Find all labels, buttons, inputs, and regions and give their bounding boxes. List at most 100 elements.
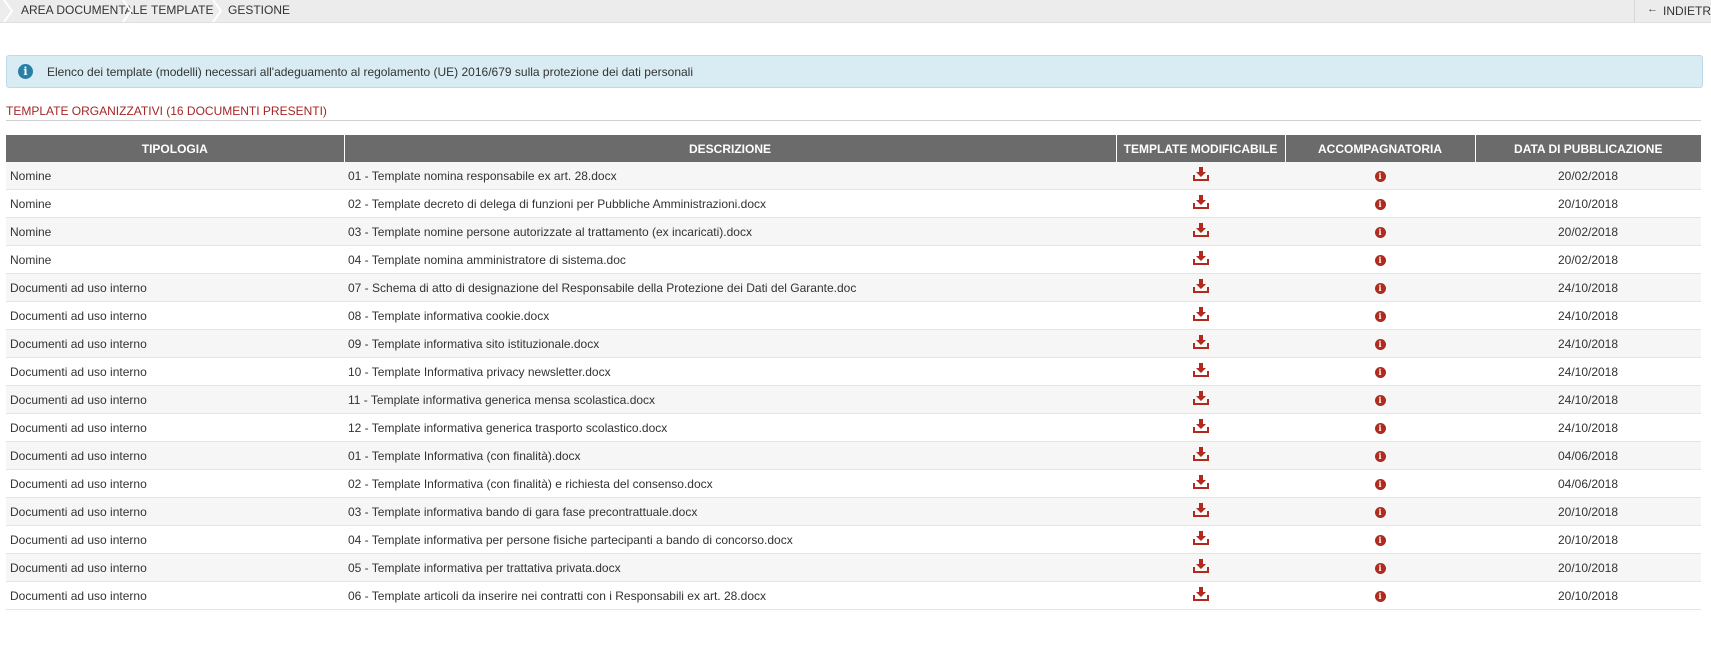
info-icon[interactable]: i xyxy=(1374,506,1386,518)
info-icon[interactable]: i xyxy=(1374,254,1386,266)
info-icon[interactable]: i xyxy=(1374,198,1386,210)
download-icon[interactable] xyxy=(1192,363,1209,380)
info-icon: i xyxy=(18,64,33,79)
column-header-template-modificabile[interactable]: TEMPLATE MODIFICABILE xyxy=(1116,135,1286,162)
cell-data-pubblicazione: 04/06/2018 xyxy=(1475,441,1701,470)
download-icon[interactable] xyxy=(1192,307,1209,324)
cell-data-pubblicazione: 20/10/2018 xyxy=(1475,525,1701,554)
column-header-descrizione[interactable]: DESCRIZIONE xyxy=(344,135,1117,162)
info-alert: i Elenco dei template (modelli) necessar… xyxy=(6,55,1703,88)
back-button[interactable]: ← INDIETRO xyxy=(1634,0,1711,22)
cell-tipologia: Nomine xyxy=(6,245,344,274)
cell-tipologia: Nomine xyxy=(6,162,344,190)
breadcrumb-template[interactable]: TEMPLATE xyxy=(151,0,213,22)
info-icon[interactable]: i xyxy=(1374,450,1386,462)
cell-accompagnatoria: i xyxy=(1285,413,1475,442)
cell-descrizione: 04 - Template nomina amministratore di s… xyxy=(344,245,1116,274)
cell-accompagnatoria: i xyxy=(1285,469,1475,498)
download-icon[interactable] xyxy=(1192,223,1209,240)
info-icon[interactable]: i xyxy=(1374,478,1386,490)
cell-template-modificabile xyxy=(1116,217,1285,246)
cell-descrizione: 01 - Template nomina responsabile ex art… xyxy=(344,162,1116,190)
cell-accompagnatoria: i xyxy=(1285,385,1475,414)
cell-template-modificabile xyxy=(1116,525,1285,554)
table-row: Documenti ad uso interno 06 - Template ar… xyxy=(6,581,1701,610)
cell-data-pubblicazione: 20/10/2018 xyxy=(1475,581,1701,610)
cell-data-pubblicazione: 20/10/2018 xyxy=(1475,189,1701,218)
info-icon[interactable]: i xyxy=(1374,534,1386,546)
cell-accompagnatoria: i xyxy=(1285,581,1475,610)
cell-tipologia: Documenti ad uso interno xyxy=(6,525,344,554)
info-icon[interactable]: i xyxy=(1374,422,1386,434)
cell-descrizione: 01 - Template Informativa (con finalità)… xyxy=(344,441,1116,470)
cell-accompagnatoria: i xyxy=(1285,553,1475,582)
table-row: Nomine 02 - Template decreto di delega di… xyxy=(6,189,1701,218)
cell-accompagnatoria: i xyxy=(1285,525,1475,554)
download-icon[interactable] xyxy=(1192,391,1209,408)
breadcrumb-separator xyxy=(122,0,133,22)
back-button-label: INDIETRO xyxy=(1663,4,1711,18)
breadcrumb-gestione[interactable]: GESTIONE xyxy=(228,0,290,22)
download-icon[interactable] xyxy=(1192,251,1209,268)
cell-tipologia: Documenti ad uso interno xyxy=(6,385,344,414)
download-icon[interactable] xyxy=(1192,503,1209,520)
download-icon[interactable] xyxy=(1192,167,1209,184)
table-row: Documenti ad uso interno 05 - Template in… xyxy=(6,553,1701,582)
cell-template-modificabile xyxy=(1116,273,1285,302)
cell-descrizione: 11 - Template informativa generica mensa… xyxy=(344,385,1116,414)
download-icon[interactable] xyxy=(1192,279,1209,296)
cell-data-pubblicazione: 24/10/2018 xyxy=(1475,329,1701,358)
info-icon[interactable]: i xyxy=(1374,338,1386,350)
download-icon[interactable] xyxy=(1192,195,1209,212)
column-header-tipologia[interactable]: TIPOLOGIA xyxy=(6,135,345,162)
arrow-left-icon: ← xyxy=(1647,3,1658,15)
cell-data-pubblicazione: 24/10/2018 xyxy=(1475,385,1701,414)
cell-template-modificabile xyxy=(1116,301,1285,330)
cell-template-modificabile xyxy=(1116,385,1285,414)
cell-descrizione: 04 - Template informativa per persone fi… xyxy=(344,525,1116,554)
cell-tipologia: Documenti ad uso interno xyxy=(6,497,344,526)
download-icon[interactable] xyxy=(1192,587,1209,604)
cell-accompagnatoria: i xyxy=(1285,441,1475,470)
cell-template-modificabile xyxy=(1116,413,1285,442)
cell-data-pubblicazione: 24/10/2018 xyxy=(1475,413,1701,442)
cell-descrizione: 03 - Template informativa bando di gara … xyxy=(344,497,1116,526)
cell-template-modificabile xyxy=(1116,245,1285,274)
table-row: Documenti ad uso interno 02 - Template In… xyxy=(6,469,1701,498)
info-icon[interactable]: i xyxy=(1374,170,1386,182)
info-icon[interactable]: i xyxy=(1374,394,1386,406)
cell-data-pubblicazione: 20/10/2018 xyxy=(1475,553,1701,582)
download-icon[interactable] xyxy=(1192,447,1209,464)
section-title: TEMPLATE ORGANIZZATIVI (16 DOCUMENTI PRE… xyxy=(6,104,327,118)
cell-accompagnatoria: i xyxy=(1285,217,1475,246)
info-icon[interactable]: i xyxy=(1374,310,1386,322)
info-icon[interactable]: i xyxy=(1374,590,1386,602)
info-icon[interactable]: i xyxy=(1374,282,1386,294)
table-row: Nomine 01 - Template nomina responsabile … xyxy=(6,162,1701,190)
download-icon[interactable] xyxy=(1192,335,1209,352)
cell-descrizione: 08 - Template informativa cookie.docx xyxy=(344,301,1116,330)
table-row: Documenti ad uso interno 04 - Template in… xyxy=(6,525,1701,554)
info-icon[interactable]: i xyxy=(1374,226,1386,238)
column-header-accompagnatoria[interactable]: ACCOMPAGNATORIA xyxy=(1285,135,1476,162)
download-icon[interactable] xyxy=(1192,559,1209,576)
download-icon[interactable] xyxy=(1192,531,1209,548)
cell-tipologia: Documenti ad uso interno xyxy=(6,301,344,330)
cell-descrizione: 12 - Template informativa generica trasp… xyxy=(344,413,1116,442)
cell-data-pubblicazione: 24/10/2018 xyxy=(1475,301,1701,330)
download-icon[interactable] xyxy=(1192,419,1209,436)
cell-template-modificabile xyxy=(1116,581,1285,610)
table-row: Documenti ad uso interno 09 - Template in… xyxy=(6,329,1701,358)
cell-data-pubblicazione: 20/02/2018 xyxy=(1475,245,1701,274)
info-icon[interactable]: i xyxy=(1374,562,1386,574)
info-icon[interactable]: i xyxy=(1374,366,1386,378)
cell-accompagnatoria: i xyxy=(1285,497,1475,526)
table-header-row: TIPOLOGIA DESCRIZIONE TEMPLATE MODIFICAB… xyxy=(6,135,1701,162)
download-icon[interactable] xyxy=(1192,475,1209,492)
cell-tipologia: Nomine xyxy=(6,217,344,246)
breadcrumb-separator xyxy=(3,0,14,22)
column-header-data-pubblicazione[interactable]: DATA DI PUBBLICAZIONE xyxy=(1475,135,1701,162)
cell-template-modificabile xyxy=(1116,441,1285,470)
cell-template-modificabile xyxy=(1116,189,1285,218)
cell-data-pubblicazione: 20/10/2018 xyxy=(1475,497,1701,526)
